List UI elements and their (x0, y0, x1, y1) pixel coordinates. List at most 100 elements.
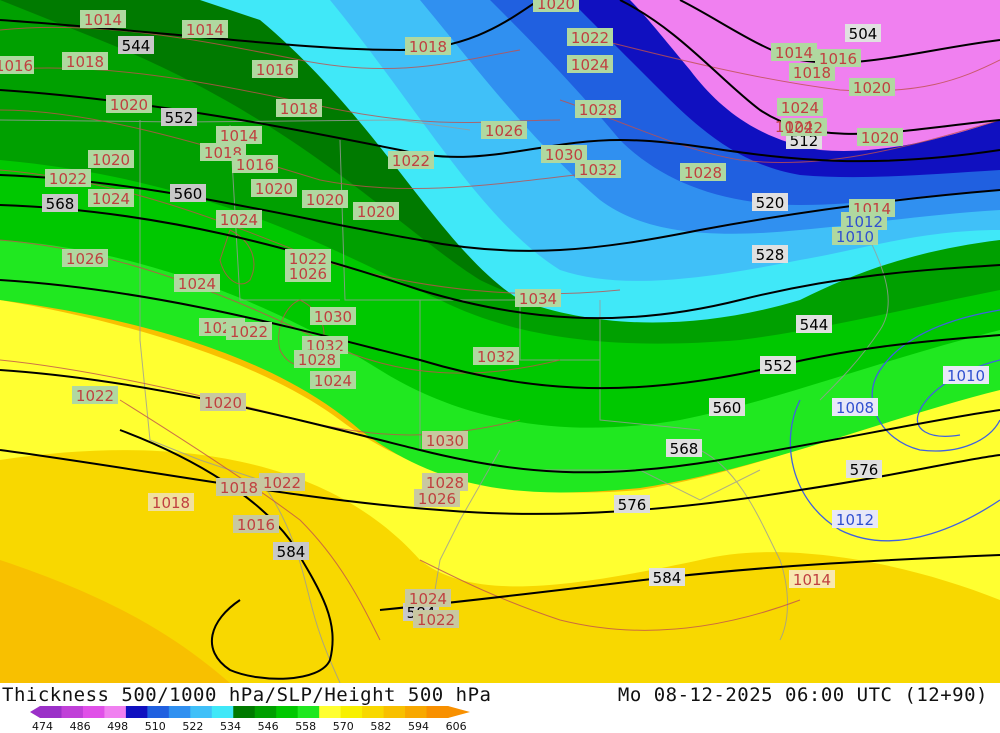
colorbar-segment (211, 706, 234, 718)
svg-text:1032: 1032 (579, 161, 617, 179)
svg-text:1018: 1018 (220, 479, 258, 497)
svg-text:1008: 1008 (836, 399, 874, 417)
svg-text:560: 560 (713, 399, 742, 417)
colorbar-tick-label: 570 (332, 720, 354, 733)
slp-label: 1022 (567, 28, 613, 47)
svg-text:1026: 1026 (66, 250, 104, 268)
height-label: 544 (796, 315, 832, 334)
colorbar-segment (254, 706, 277, 718)
slp-label: 1034 (515, 289, 561, 308)
svg-text:1020: 1020 (92, 151, 130, 169)
svg-text:1018: 1018 (409, 38, 447, 56)
slp-label: 1028 (680, 163, 726, 182)
svg-text:1020: 1020 (204, 394, 242, 412)
svg-text:1016: 1016 (236, 156, 274, 174)
svg-text:1028: 1028 (298, 351, 336, 369)
svg-text:576: 576 (850, 461, 879, 479)
colorbar-tick-label: 546 (257, 720, 279, 733)
slp-label: 1010 (943, 366, 989, 385)
slp-label: 1012 (832, 510, 878, 529)
colorbar-segment (362, 706, 385, 718)
colorbar-segment (276, 706, 299, 718)
colorbar-segment (405, 706, 428, 718)
svg-text:576: 576 (618, 496, 647, 514)
colorbar-tick-label: 558 (295, 720, 317, 733)
svg-text:1020: 1020 (537, 0, 575, 13)
colorbar-left-arrow (30, 706, 40, 718)
slp-label: 1020 (353, 202, 399, 221)
svg-text:1010: 1010 (947, 367, 985, 385)
svg-text:1020: 1020 (110, 96, 148, 114)
svg-text:1034: 1034 (519, 290, 557, 308)
colorbar-segment (61, 706, 84, 718)
svg-text:1014: 1014 (793, 571, 831, 589)
svg-text:1024: 1024 (775, 118, 813, 136)
svg-text:560: 560 (174, 185, 203, 203)
slp-label: 1028 (294, 350, 340, 369)
slp-label: 1024 (310, 371, 356, 390)
svg-text:1014: 1014 (775, 44, 813, 62)
slp-label: 1024 (567, 55, 613, 74)
svg-text:1022: 1022 (230, 323, 268, 341)
colorbar-segment (147, 706, 170, 718)
colorbar-right-arrow (448, 706, 470, 718)
svg-text:1022: 1022 (49, 170, 87, 188)
svg-text:1024: 1024 (781, 99, 819, 117)
svg-text:1010: 1010 (836, 228, 874, 246)
colorbar-segment (190, 706, 213, 718)
svg-text:584: 584 (653, 569, 682, 587)
svg-text:1026: 1026 (418, 490, 456, 508)
colorbar-tick-label: 486 (69, 720, 91, 733)
svg-text:1018: 1018 (66, 53, 104, 71)
colorbar-tick-label: 606 (445, 720, 467, 733)
slp-label: 1016 (233, 515, 279, 534)
colorbar-segment (40, 706, 62, 718)
height-label: 568 (666, 439, 702, 458)
slp-label: 1024 (174, 274, 220, 293)
slp-label: 1026 (414, 489, 460, 508)
slp-label: 1024 (216, 210, 262, 229)
slp-label: 1022 (413, 610, 459, 629)
slp-label: 1022 (72, 386, 118, 405)
svg-text:584: 584 (277, 543, 306, 561)
svg-text:1026: 1026 (485, 122, 523, 140)
color-scale-bar (30, 706, 470, 718)
svg-text:528: 528 (756, 246, 785, 264)
slp-label: 1024 (775, 118, 813, 136)
slp-label: 1030 (422, 431, 468, 450)
slp-label: 1008 (832, 398, 878, 417)
svg-text:1030: 1030 (314, 308, 352, 326)
svg-text:1014: 1014 (84, 11, 122, 29)
svg-text:552: 552 (764, 357, 793, 375)
svg-text:1024: 1024 (178, 275, 216, 293)
colorbar-segment (104, 706, 127, 718)
slp-label: 1014 (216, 126, 262, 145)
svg-text:1030: 1030 (426, 432, 464, 450)
svg-text:1024: 1024 (571, 56, 609, 74)
colorbar-tick-label: 534 (220, 720, 241, 733)
slp-label: 1018 (62, 52, 108, 71)
slp-label: 1014 (182, 20, 228, 39)
slp-label: 1014 (80, 10, 126, 29)
height-label: 568 (42, 194, 78, 213)
svg-text:1018: 1018 (152, 494, 190, 512)
svg-text:1018: 1018 (280, 100, 318, 118)
height-label: 576 (614, 495, 650, 514)
svg-text:552: 552 (165, 109, 194, 127)
svg-text:1020: 1020 (853, 79, 891, 97)
slp-label: 1016 (232, 155, 278, 174)
svg-text:1024: 1024 (409, 590, 447, 608)
colorbar-segment (125, 706, 148, 718)
height-label: 576 (846, 460, 882, 479)
svg-text:1026: 1026 (289, 265, 327, 283)
colorbar-tick-label: 522 (182, 720, 204, 733)
slp-label: 1028 (575, 100, 621, 119)
slp-label: 1024 (777, 98, 823, 117)
svg-text:1022: 1022 (571, 29, 609, 47)
height-label: 520 (752, 193, 788, 212)
slp-label: 1024 (405, 589, 451, 608)
height-label: 504 (845, 24, 881, 43)
slp-label: 1026 (285, 264, 331, 283)
slp-label: 1016 (252, 60, 298, 79)
svg-text:1020: 1020 (255, 180, 293, 198)
